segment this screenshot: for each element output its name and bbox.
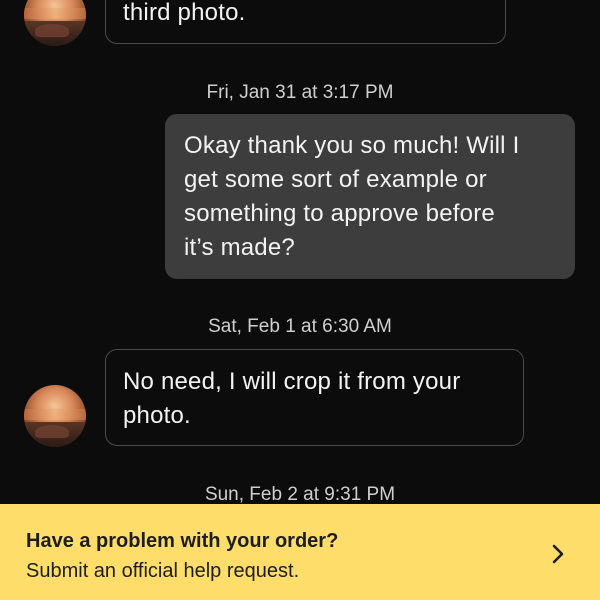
message-text-line: Okay thank you so much! Will I (184, 132, 520, 159)
avatar-rock (35, 424, 70, 439)
seller-avatar[interactable] (24, 0, 86, 46)
order-help-banner[interactable]: Have a problem with your order? Submit a… (0, 504, 600, 600)
avatar-sunset-band (24, 408, 86, 420)
message-text: third photo. (123, 0, 246, 26)
avatar-rock (35, 23, 70, 38)
chevron-right-icon[interactable] (544, 540, 572, 568)
message-text-line: No need, I will crop it from your (123, 368, 461, 395)
avatar-sunset-band (24, 7, 86, 19)
message-text-line: something to approve before (184, 200, 495, 227)
seller-avatar[interactable] (24, 385, 86, 447)
help-banner-subtitle: Submit an official help request. (26, 560, 300, 582)
message-timestamp: Sat, Feb 1 at 6:30 AM (208, 316, 392, 337)
incoming-message-bubble[interactable]: third photo. (105, 0, 506, 44)
outgoing-message-bubble[interactable]: Okay thank you so much! Will I get some … (165, 114, 575, 279)
help-banner-title: Have a problem with your order? (26, 530, 339, 552)
message-text-line: get some sort of example or (184, 166, 487, 193)
message-timestamp: Fri, Jan 31 at 3:17 PM (206, 82, 394, 103)
message-timestamp: Sun, Feb 2 at 9:31 PM (204, 484, 396, 505)
message-text-line: photo. (123, 402, 191, 429)
message-text-line: it’s made? (184, 234, 295, 261)
incoming-message-bubble[interactable]: No need, I will crop it from your photo. (105, 349, 524, 446)
